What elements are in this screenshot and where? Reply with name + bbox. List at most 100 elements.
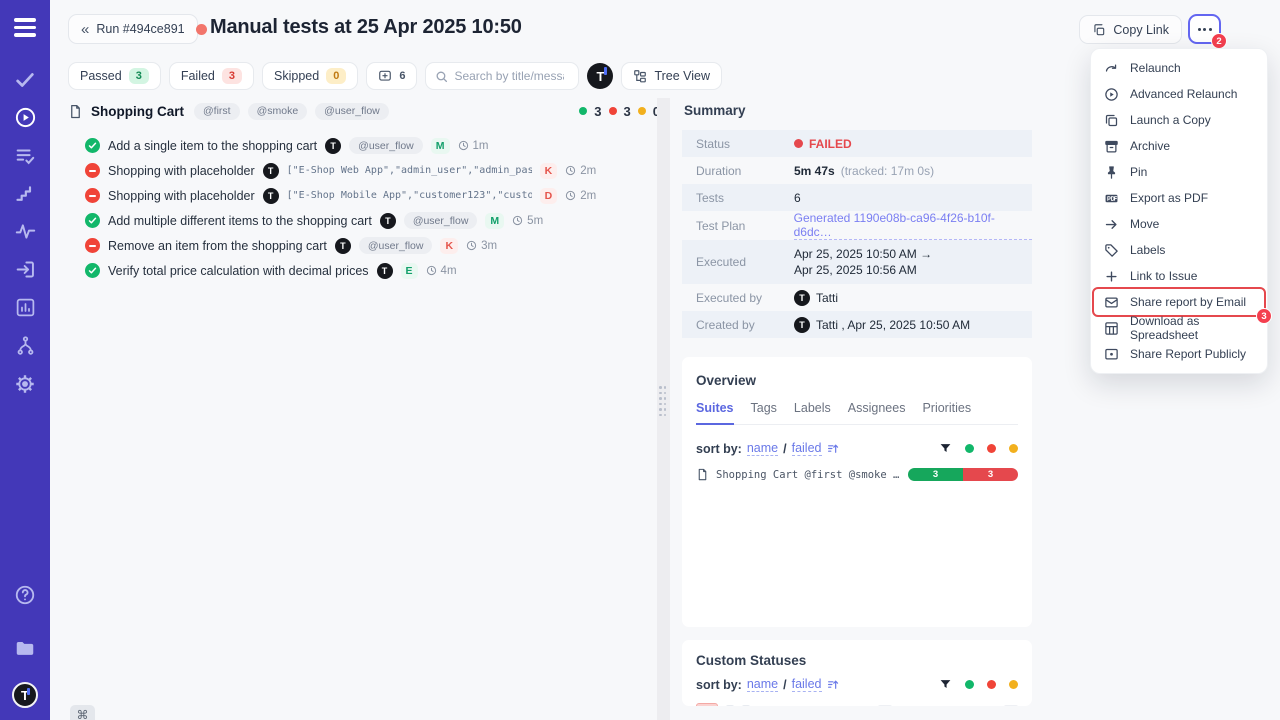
suite-tag[interactable]: @user_flow <box>315 103 389 120</box>
overview-suite-row[interactable]: Shopping Cart @first @smoke … 3 3 <box>696 468 1018 481</box>
resizer-grip-icon[interactable] <box>659 386 666 416</box>
menu-item-archive[interactable]: Archive <box>1091 133 1267 159</box>
testomat-logo-icon[interactable]: T <box>587 63 613 89</box>
user-avatar[interactable]: T <box>12 682 38 708</box>
test-row[interactable]: Remove an item from the shopping cart T … <box>68 233 660 258</box>
sidebar-item-steps[interactable] <box>6 175 44 213</box>
envelope-icon <box>1104 295 1119 310</box>
sidebar-item-import[interactable] <box>6 251 44 289</box>
tab-suites[interactable]: Suites <box>696 401 734 425</box>
sidebar-item-reports[interactable] <box>6 289 44 327</box>
test-plan-link[interactable]: Generated 1190e08b-ca96-4f26-b10f-d6dc… <box>794 211 1032 240</box>
summary-row-status: Status FAILED <box>682 130 1032 157</box>
failed-filter-dot[interactable] <box>987 680 996 689</box>
summary-row-executed-by: Executed by TTatti <box>682 284 1032 311</box>
tab-priorities[interactable]: Priorities <box>922 401 971 424</box>
sort-by-name-link[interactable]: name <box>747 441 778 456</box>
box-arrow-in-icon <box>15 259 36 280</box>
test-owner-avatar: T <box>380 213 396 229</box>
suite-tag[interactable]: @first <box>194 103 240 120</box>
search-input[interactable] <box>454 69 564 83</box>
tab-labels[interactable]: Labels <box>794 401 831 424</box>
duration: 5m <box>512 215 543 227</box>
filter-funnel-icon[interactable] <box>939 678 952 691</box>
test-row[interactable]: Add multiple different items to the shop… <box>68 208 660 233</box>
help-circle-icon <box>14 584 36 606</box>
sort-asc-icon[interactable] <box>827 442 840 455</box>
command-key-shortcut[interactable]: ⌘ <box>70 705 95 720</box>
passed-status-icon <box>85 263 100 278</box>
menu-item-link-to-issue[interactable]: Link to Issue <box>1091 263 1267 289</box>
sidebar-item-pulse[interactable] <box>6 213 44 251</box>
menu-item-advanced-relaunch[interactable]: Advanced Relaunch <box>1091 81 1267 107</box>
failed-label: Failed <box>181 69 215 83</box>
overview-card: Overview Suites Tags Labels Assignees Pr… <box>682 357 1032 627</box>
tree-view-icon <box>633 69 647 83</box>
test-row[interactable]: Verify total price calculation with deci… <box>68 258 660 283</box>
run-status-dot <box>196 24 207 35</box>
test-title: Remove an item from the shopping cart <box>108 239 327 253</box>
menu-item-share-report-by-email[interactable]: 3 Share report by Email <box>1091 289 1267 315</box>
run-id-label: Run #494ce891 <box>96 22 184 36</box>
passed-filter-dot[interactable] <box>965 444 974 453</box>
user-avatar: T <box>794 317 810 333</box>
sidebar-item-settings[interactable] <box>6 365 44 403</box>
test-title: Verify total price calculation with deci… <box>108 264 369 278</box>
failed-filter-dot[interactable] <box>987 444 996 453</box>
sidebar-item-test-plans[interactable] <box>6 137 44 175</box>
suite-header[interactable]: Shopping Cart @first @smoke @user_flow 3… <box>68 100 660 122</box>
sidebar-item-runs[interactable] <box>6 99 44 137</box>
summary-row-test-plan: Test Plan Generated 1190e08b-ca96-4f26-b… <box>682 211 1032 240</box>
passed-status-icon <box>85 213 100 228</box>
test-tag[interactable]: @user_flow <box>359 237 433 254</box>
tutorial-step-badge-3: 3 <box>1256 308 1272 324</box>
passed-filter-dot[interactable] <box>965 680 974 689</box>
menu-item-relaunch[interactable]: Relaunch <box>1091 55 1267 81</box>
menu-item-launch-a-copy[interactable]: Launch a Copy <box>1091 107 1267 133</box>
skipped-filter-dot[interactable] <box>1009 680 1018 689</box>
menu-item-export-as-pdf[interactable]: Export as PDF <box>1091 185 1267 211</box>
sidebar-item-help[interactable] <box>6 576 44 614</box>
hamburger-menu-icon[interactable] <box>14 18 36 37</box>
menu-item-labels[interactable]: Labels <box>1091 237 1267 263</box>
panel-resizer[interactable] <box>657 98 670 720</box>
menu-item-download-as-spreadsheet[interactable]: Download as Spreadsheet <box>1091 315 1267 341</box>
menu-item-share-report-publicly[interactable]: Share Report Publicly <box>1091 341 1267 367</box>
skipped-filter-dot[interactable] <box>1009 444 1018 453</box>
clock-icon <box>565 165 576 176</box>
test-row[interactable]: Shopping with placeholder T ["E-Shop Web… <box>68 158 660 183</box>
test-row[interactable]: Add a single item to the shopping cart T… <box>68 133 660 158</box>
sort-by-name-link[interactable]: name <box>747 677 778 692</box>
menu-item-move[interactable]: Move <box>1091 211 1267 237</box>
clipped-status-row <box>696 703 1018 706</box>
bar-chart-icon <box>15 297 36 318</box>
filter-skipped-chip[interactable]: Skipped 0 <box>262 62 358 90</box>
user-avatar: T <box>794 290 810 306</box>
tab-tags[interactable]: Tags <box>751 401 777 424</box>
sidebar-item-projects[interactable] <box>6 629 44 667</box>
sort-asc-icon[interactable] <box>827 678 840 691</box>
menu-item-pin[interactable]: Pin <box>1091 159 1267 185</box>
sidebar-item-branches[interactable] <box>6 327 44 365</box>
sidebar-item-tests[interactable] <box>6 61 44 99</box>
filter-failed-chip[interactable]: Failed 3 <box>169 62 254 90</box>
back-to-run-button[interactable]: « Run #494ce891 <box>68 14 198 44</box>
suite-tag[interactable]: @smoke <box>248 103 308 120</box>
pulse-icon <box>15 221 36 242</box>
test-tag[interactable]: @user_flow <box>349 137 423 154</box>
test-row[interactable]: Shopping with placeholder T ["E-Shop Mob… <box>68 183 660 208</box>
assignee-badge: M <box>431 138 450 154</box>
test-tag[interactable]: @user_flow <box>404 212 478 229</box>
test-title: Shopping with placeholder <box>108 189 255 203</box>
tree-view-toggle[interactable]: Tree View <box>621 62 722 90</box>
copy-link-button[interactable]: Copy Link <box>1079 15 1182 44</box>
clock-icon <box>458 140 469 151</box>
filter-passed-chip[interactable]: Passed 3 <box>68 62 161 90</box>
tab-assignees[interactable]: Assignees <box>848 401 906 424</box>
sort-by-failed-link[interactable]: failed <box>792 441 822 456</box>
sort-by-failed-link[interactable]: failed <box>792 677 822 692</box>
pass-fail-bar[interactable]: 3 3 <box>908 468 1018 481</box>
comments-filter-chip[interactable]: 6 <box>366 62 417 90</box>
filter-funnel-icon[interactable] <box>939 442 952 455</box>
search-box[interactable] <box>425 62 579 90</box>
